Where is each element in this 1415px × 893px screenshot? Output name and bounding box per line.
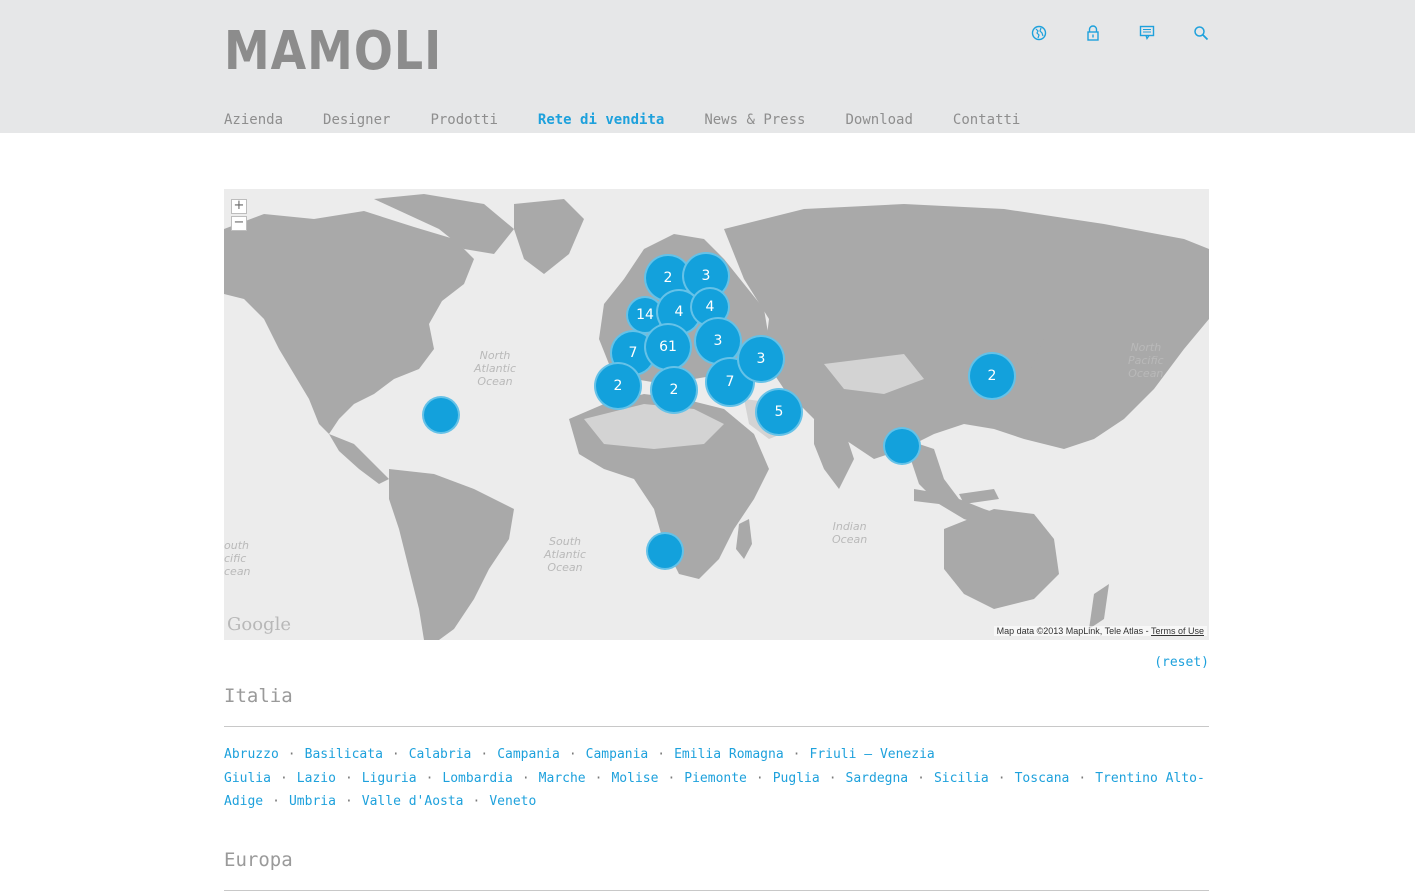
map-cluster-middle-east[interactable]: 5: [755, 388, 803, 436]
map-cluster-italy[interactable]: 61: [644, 323, 692, 371]
chat-icon[interactable]: [1138, 24, 1156, 42]
region-link[interactable]: Lombardia: [442, 771, 512, 786]
ocean-label-south-pacific: outh cific cean: [224, 539, 251, 578]
section-title-italia: Italia: [224, 685, 293, 707]
map-cluster-north-africa[interactable]: 2: [650, 366, 698, 414]
map-attribution: Map data ©2013 MapLink, Tele Atlas - Ter…: [993, 626, 1207, 636]
region-separator: ·: [1078, 770, 1087, 786]
main-nav: Azienda Designer Prodotti Rete di vendita Ne…: [224, 111, 1060, 129]
nav-item-contatti[interactable]: Contatti: [953, 111, 1020, 129]
region-separator: ·: [344, 794, 353, 809]
site-header: MAMOLI Azienda Designer Prodotti Rete di ve…: [0, 0, 1415, 133]
region-separator: ·: [792, 747, 801, 762]
region-separator: ·: [594, 770, 603, 786]
region-separator: ·: [344, 770, 353, 786]
nav-item-prodotti[interactable]: Prodotti: [430, 111, 497, 129]
map-cluster-spain[interactable]: 2: [594, 362, 642, 410]
zoom-in-button[interactable]: +: [231, 199, 247, 214]
region-link[interactable]: Campania: [586, 747, 649, 762]
globe-icon[interactable]: [1030, 24, 1048, 42]
region-separator: ·: [657, 747, 666, 762]
region-separator: ·: [917, 770, 925, 786]
divider: [224, 726, 1209, 727]
region-link[interactable]: Calabria: [409, 747, 472, 762]
region-link[interactable]: Campania: [497, 747, 560, 762]
map-cluster-southeast-asia[interactable]: [883, 427, 921, 465]
region-separator: ·: [272, 794, 280, 809]
region-separator: ·: [425, 770, 434, 786]
ocean-label-north-pacific: North Pacific Ocean: [1128, 341, 1164, 380]
region-link[interactable]: Puglia: [773, 771, 820, 786]
region-separator: ·: [667, 770, 676, 786]
lock-icon[interactable]: [1084, 24, 1102, 42]
region-separator: ·: [279, 770, 288, 786]
region-link[interactable]: Molise: [611, 771, 658, 786]
region-separator: ·: [287, 747, 296, 762]
nav-item-news-press[interactable]: News & Press: [704, 111, 805, 129]
nav-item-azienda[interactable]: Azienda: [224, 111, 283, 129]
region-separator: ·: [521, 770, 530, 786]
map-cluster-caucasus[interactable]: 3: [737, 335, 785, 383]
divider: [224, 890, 1209, 891]
region-separator: ·: [755, 770, 764, 786]
region-link[interactable]: Sardegna: [846, 771, 909, 786]
reset-link[interactable]: (reset): [1154, 655, 1209, 670]
search-icon[interactable]: [1192, 24, 1210, 42]
region-list: Abruzzo · Basilicata · Calabria · Campania · Cam…: [224, 743, 1214, 814]
nav-item-designer[interactable]: Designer: [323, 111, 390, 129]
region-link[interactable]: Umbria: [289, 794, 336, 809]
region-link[interactable]: Veneto: [489, 794, 536, 809]
region-link[interactable]: Lazio: [297, 771, 336, 786]
map-cluster-caribbean[interactable]: [422, 396, 460, 434]
region-link[interactable]: Basilicata: [305, 747, 383, 762]
region-link[interactable]: Piemonte: [684, 771, 747, 786]
region-link[interactable]: Abruzzo: [224, 747, 279, 762]
attribution-text: Map data ©2013 MapLink, Tele Atlas -: [996, 626, 1151, 636]
section-title-europa: Europa: [224, 849, 293, 871]
dealer-map[interactable]: North Atlantic Ocean South Atlantic Ocean No…: [224, 189, 1209, 640]
ocean-label-south-atlantic: South Atlantic Ocean: [544, 535, 587, 574]
map-cluster-japan[interactable]: 2: [968, 352, 1016, 400]
mamoli-logo[interactable]: MAMOLI: [224, 21, 442, 84]
region-separator: ·: [391, 747, 400, 762]
region-separator: ·: [997, 770, 1006, 786]
terms-of-use-link[interactable]: Terms of Use: [1151, 626, 1204, 636]
region-link[interactable]: Sicilia: [934, 771, 989, 786]
region-link[interactable]: Liguria: [362, 771, 417, 786]
ocean-label-north-atlantic: North Atlantic Ocean: [474, 349, 517, 388]
region-link[interactable]: Emilia Romagna: [674, 747, 784, 762]
ocean-label-indian: Indian Ocean: [832, 520, 868, 546]
region-link[interactable]: Valle d'Aosta: [362, 794, 464, 809]
zoom-out-button[interactable]: −: [231, 216, 247, 231]
region-separator: ·: [828, 770, 837, 786]
region-link[interactable]: Toscana: [1015, 771, 1070, 786]
region-separator: ·: [568, 747, 577, 762]
region-separator: ·: [472, 794, 481, 809]
nav-item-rete-di-vendita[interactable]: Rete di vendita: [538, 111, 664, 129]
nav-item-download[interactable]: Download: [845, 111, 912, 129]
region-separator: ·: [480, 747, 489, 762]
region-link[interactable]: Marche: [539, 771, 586, 786]
google-logo: Google: [227, 614, 291, 635]
map-cluster-south-africa[interactable]: [646, 532, 684, 570]
